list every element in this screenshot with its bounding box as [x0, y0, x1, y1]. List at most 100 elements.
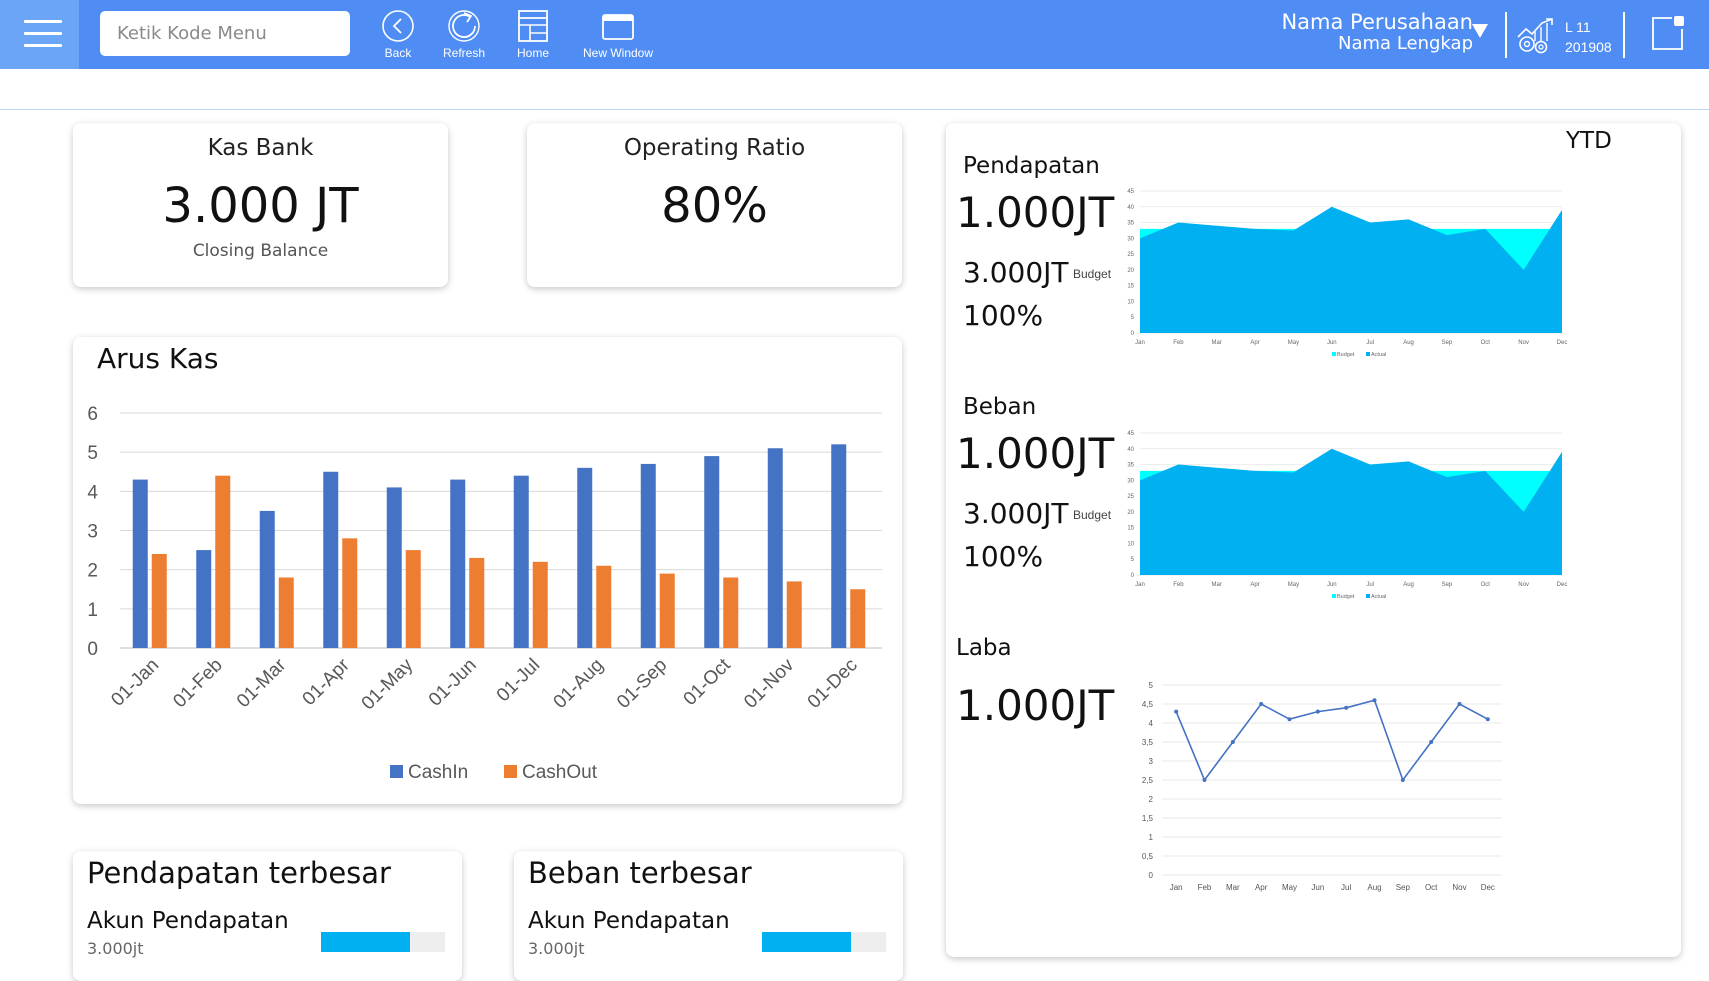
- arus-kas-card: Arus Kas 0 1 2 3 4 5 6 01-Jan 01-Feb 01-Mar 01-Apr…: [73, 337, 902, 804]
- y-tick-label: 20: [1127, 510, 1134, 516]
- kas-bank-value: 3.000 JT: [162, 178, 359, 234]
- new-window-button[interactable]: New Window: [578, 8, 658, 64]
- home-icon: [518, 10, 548, 42]
- x-tick-label: Feb: [1173, 340, 1184, 346]
- beban-budget-value: 3.000JT: [963, 497, 1069, 530]
- beban-terbesar-card: Beban terbesar Akun Pendapatan 3.000jt: [514, 851, 903, 981]
- refresh-button[interactable]: Refresh: [440, 8, 488, 64]
- bar-cashout: [278, 577, 294, 648]
- y-tick-label: 0: [1131, 573, 1135, 579]
- x-tick-label: Aug: [1403, 340, 1414, 346]
- y-tick-label: 2: [87, 561, 98, 582]
- bar-cashout: [532, 561, 548, 648]
- hamburger-menu-button[interactable]: [0, 0, 79, 69]
- pendapatan-value: 1.000JT: [956, 188, 1115, 237]
- line-point: [1457, 702, 1462, 706]
- back-button[interactable]: Back: [378, 8, 418, 64]
- bar-cashin: [450, 479, 466, 648]
- x-tick-label: 01-Mar: [233, 654, 291, 712]
- x-tick-label: May: [1282, 883, 1297, 892]
- y-tick-label: 10: [1127, 299, 1134, 305]
- menu-code-search-input[interactable]: [100, 11, 350, 56]
- y-tick-label: 5: [87, 443, 98, 464]
- kas-bank-title: Kas Bank: [207, 135, 314, 161]
- ytd-panel: YTD Pendapatan 1.000JT 3.000JT Budget 10…: [946, 123, 1681, 957]
- legend-label: Budget: [1337, 352, 1355, 358]
- x-tick-label: Oct: [1481, 582, 1491, 588]
- y-tick-label: 0: [87, 639, 98, 660]
- line-point: [1400, 778, 1405, 782]
- operating-ratio-value: 80%: [661, 178, 768, 234]
- bar-cashin: [386, 487, 402, 648]
- legend-swatch: [1332, 352, 1336, 356]
- x-tick-label: Jul: [1341, 883, 1351, 892]
- y-tick-label: 30: [1127, 478, 1134, 484]
- legend-swatch: [1366, 352, 1370, 356]
- x-tick-label: 01-Sep: [613, 655, 671, 713]
- line-point: [1372, 698, 1377, 703]
- bar-cashout: [659, 573, 675, 648]
- x-tick-label: 01-Jul: [493, 655, 544, 706]
- refresh-label: Refresh: [442, 46, 486, 60]
- ytd-label: YTD: [1566, 128, 1612, 154]
- x-tick-label: Oct: [1481, 340, 1491, 346]
- company-switcher[interactable]: Nama Perusahaan Nama Lengkap: [1281, 12, 1473, 55]
- line-point: [1429, 740, 1434, 744]
- y-tick-label: 3: [1149, 757, 1154, 766]
- pendapatan-label: Pendapatan: [963, 153, 1100, 179]
- y-tick-label: 0,5: [1142, 852, 1154, 861]
- arus-kas-bar-chart: 012345601-Jan 01-Feb 01-Mar 01-Apr 01-May 01-…: [87, 404, 882, 783]
- line-point: [1259, 702, 1264, 706]
- bar-cashin: [577, 467, 593, 648]
- pendapatan-terbesar-amount: 3.000jt: [87, 939, 144, 958]
- x-tick-label: 01-May: [358, 654, 418, 714]
- y-tick-label: 30: [1127, 236, 1134, 242]
- business-chart-gears-icon[interactable]: [1515, 15, 1555, 55]
- x-tick-label: 01-Apr: [299, 654, 355, 710]
- y-tick-label: 35: [1127, 221, 1134, 227]
- caret-down-icon[interactable]: [1472, 24, 1488, 38]
- beban-area-chart: 0 5 10 15 20 25 30 35 40 45 Jan Feb Mar Apr May Jun Jul A…: [1127, 431, 1567, 600]
- x-tick-label: 01-Jun: [425, 655, 481, 711]
- kas-bank-card: Kas Bank 3.000 JT Closing Balance: [73, 123, 448, 287]
- pendapatan-terbesar-title: Pendapatan terbesar: [87, 856, 391, 890]
- period-line-1: L 11: [1565, 19, 1591, 35]
- x-tick-label: Jun: [1311, 883, 1324, 892]
- legend-label: CashIn: [408, 762, 468, 783]
- legend-label: CashOut: [522, 762, 598, 783]
- area-actual: [1140, 206, 1562, 333]
- bar-cashout: [596, 565, 612, 648]
- bar-cashout: [850, 589, 866, 648]
- x-tick-label: Jun: [1327, 582, 1337, 588]
- line-point: [1344, 705, 1349, 710]
- line-point: [1230, 740, 1235, 744]
- y-tick-label: 40: [1127, 447, 1134, 453]
- bar-cashin: [831, 444, 847, 648]
- divider: [0, 109, 1709, 110]
- back-icon: [382, 10, 414, 42]
- divider: [1623, 12, 1625, 58]
- notification-icon[interactable]: [1648, 13, 1688, 53]
- y-tick-label: 6: [87, 404, 98, 425]
- x-tick-label: Mar: [1212, 340, 1222, 346]
- pendapatan-percent: 100%: [963, 299, 1044, 332]
- x-tick-label: Nov: [1452, 883, 1466, 892]
- pendapatan-area-chart: 0 5 10 15 20 25 30 35 40 45 Jan Feb Mar Apr May Jun Jul A…: [1127, 189, 1567, 358]
- x-tick-label: Apr: [1250, 582, 1259, 588]
- bar-cashin: [132, 479, 148, 648]
- new-window-label: New Window: [582, 46, 654, 60]
- home-button[interactable]: Home: [512, 8, 554, 64]
- y-tick-label: 40: [1127, 205, 1134, 211]
- x-tick-label: Sep: [1396, 883, 1411, 892]
- legend-label: Actual: [1371, 352, 1386, 358]
- pendapatan-terbesar-progress: [321, 932, 445, 952]
- beban-terbesar-amount: 3.000jt: [528, 939, 585, 958]
- y-tick-label: 0: [1131, 331, 1135, 337]
- x-tick-label: Dec: [1481, 883, 1495, 892]
- x-tick-label: Sep: [1442, 340, 1453, 346]
- beban-terbesar-title: Beban terbesar: [528, 856, 752, 890]
- bar-cashin: [513, 475, 529, 648]
- legend-label: Budget: [1337, 594, 1355, 600]
- y-tick-label: 4: [1149, 719, 1154, 728]
- legend-label: Actual: [1371, 594, 1386, 600]
